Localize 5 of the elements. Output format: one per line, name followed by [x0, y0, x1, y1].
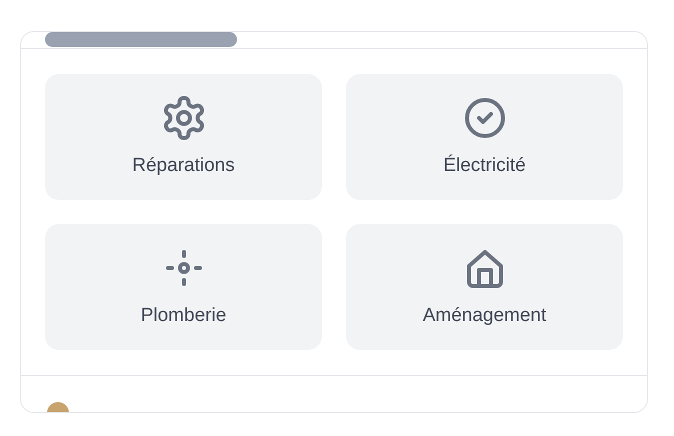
service-tile[interactable]: Aménagement — [346, 224, 623, 350]
service-tile[interactable]: Réparations — [45, 74, 322, 200]
service-tile[interactable]: Plomberie — [45, 224, 322, 350]
scrollbar-thumb[interactable] — [45, 32, 237, 47]
service-tile[interactable]: Électricité — [346, 74, 623, 200]
